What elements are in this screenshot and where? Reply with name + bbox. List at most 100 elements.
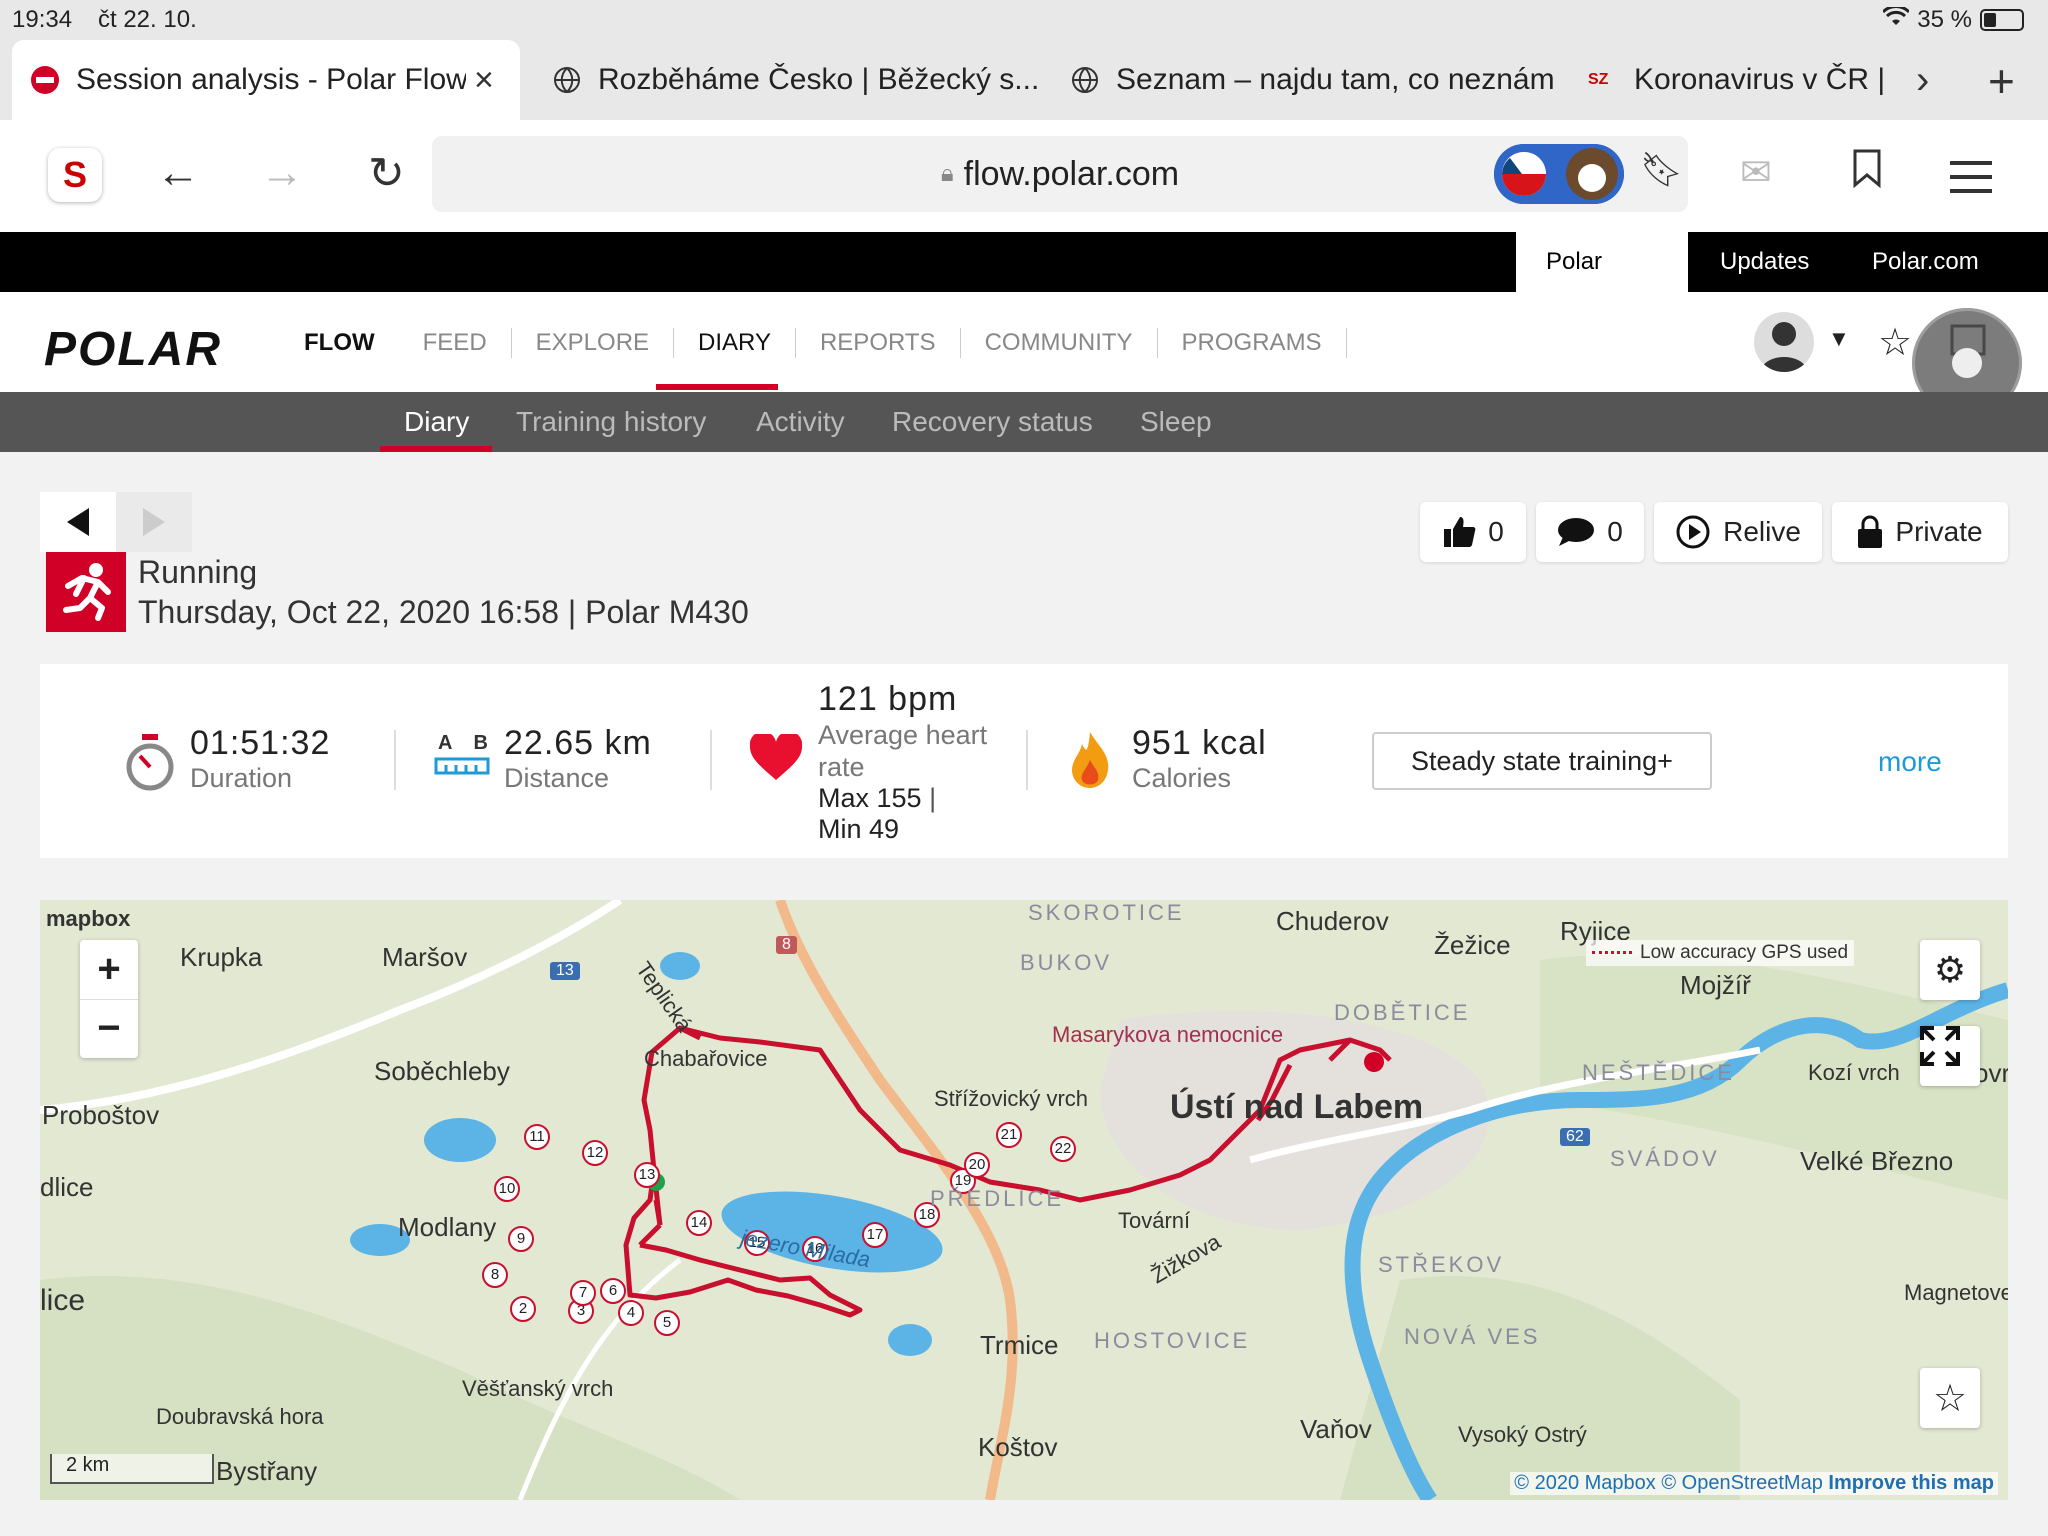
duration-value: 01:51:32 [190, 724, 331, 762]
divider [1026, 730, 1028, 790]
previous-session-button[interactable] [40, 492, 116, 552]
back-arrow-icon[interactable]: ← [156, 148, 200, 198]
map-label: Ústí nad Labem [1170, 1088, 1424, 1126]
km-marker: 21 [996, 1122, 1022, 1148]
stopwatch-icon [124, 734, 176, 797]
zoom-in-button[interactable]: + [97, 941, 120, 999]
nav-active-underline [656, 384, 778, 390]
map-label: Velké Březno [1800, 1146, 1954, 1176]
subnav-activity[interactable]: Activity [756, 392, 845, 452]
mail-icon[interactable]: ✉ [1740, 150, 1772, 195]
comment-button[interactable]: 0 [1536, 502, 1644, 562]
running-sport-icon [46, 552, 126, 632]
distance-label: Distance [504, 763, 610, 793]
bookmark-star-icon[interactable]: 🔖︎ [1640, 150, 1683, 190]
subnav-training-history[interactable]: Training history [516, 392, 706, 452]
training-benefit-button[interactable]: Steady state training+ [1372, 732, 1712, 790]
session-summary: 01:51:32 Duration A B 22.65 km Distance … [40, 664, 2008, 858]
km-marker: 10 [494, 1176, 520, 1202]
top-link-polar-com[interactable]: Polar.com [1842, 232, 2009, 292]
hamburger-menu-icon[interactable] [1950, 154, 1992, 204]
top-link-updates[interactable]: Updates [1690, 232, 1839, 292]
road-shield: 62 [1560, 1128, 1590, 1146]
duration-label: Duration [190, 763, 293, 793]
mapbox-logo[interactable]: mapbox [46, 906, 130, 932]
seznam-logo-icon[interactable]: S [48, 148, 102, 202]
map-label: Soběchleby [374, 1056, 510, 1086]
map-label: Bystřany [216, 1456, 318, 1486]
nav-links: FLOW FEED EXPLORE DIARY REPORTS COMMUNIT… [286, 328, 1347, 358]
tab-rozbehame[interactable]: Rozběháme Česko | Běžecký s... [534, 40, 1044, 120]
duration-stat: 01:51:32 Duration [190, 724, 330, 794]
map-attribution: © 2020 Mapbox © OpenStreetMap Improve th… [1510, 1472, 1998, 1495]
improve-map-link[interactable]: Improve this map [1828, 1472, 1994, 1494]
map-label: Věšťanský vrch [462, 1376, 614, 1401]
heart-rate-stat: 121 bpm Average heart rate Max 155 | Min… [818, 680, 1018, 845]
nav-explore[interactable]: EXPLORE [512, 328, 675, 358]
subnav-sleep[interactable]: Sleep [1140, 392, 1212, 452]
polar-logo[interactable]: POLAR [44, 322, 222, 377]
tab-polar-flow[interactable]: Session analysis - Polar Flow × [12, 40, 520, 120]
favorites-star-icon[interactable]: ☆ [1878, 320, 1912, 365]
nav-diary[interactable]: DIARY [674, 328, 796, 358]
lake [424, 1118, 496, 1162]
comment-bubble-icon [1558, 518, 1595, 546]
calories-stat: 951 kcal Calories [1132, 724, 1267, 794]
map-label: Modlany [398, 1212, 497, 1242]
user-avatar[interactable] [1754, 312, 1814, 372]
subnav-recovery-status[interactable]: Recovery status [892, 392, 1093, 452]
map-label: Střížovický vrch [934, 1086, 1089, 1111]
flame-icon [1068, 730, 1112, 795]
tab-seznam[interactable]: Seznam – najdu tam, co neznám [1052, 40, 1562, 120]
reload-icon[interactable]: ↻ [368, 148, 405, 199]
user-menu-caret-icon[interactable]: ▼ [1828, 326, 1850, 352]
nav-feed[interactable]: FEED [399, 328, 512, 358]
like-count: 0 [1488, 516, 1504, 547]
more-tabs-chevron-icon[interactable]: › [1916, 58, 1929, 103]
main-navigation: POLAR FLOW FEED EXPLORE DIARY REPORTS CO… [0, 292, 2048, 392]
fullscreen-button[interactable] [1920, 1026, 1980, 1086]
czech-flag-toggle[interactable] [1494, 144, 1624, 204]
polar-favicon-icon [31, 66, 59, 94]
hr-average-label: Average heart rate [818, 720, 988, 782]
status-bar: 19:34 čt 22. 10. 35 % [0, 0, 2048, 40]
map-favorite-star-icon[interactable]: ☆ [1920, 1368, 1980, 1428]
relive-button[interactable]: Relive [1654, 502, 1822, 562]
status-right: 35 % [1882, 5, 2024, 34]
close-tab-icon[interactable]: × [474, 61, 494, 100]
like-button[interactable]: 0 [1420, 502, 1526, 562]
top-link-polar-flow[interactable]: Polar Flow [1516, 232, 1688, 335]
map-label: PŘEDLICE [930, 1186, 1065, 1211]
new-tab-plus-icon[interactable]: + [1988, 54, 2015, 108]
lake [660, 952, 700, 980]
attribution-mapbox[interactable]: © 2020 Mapbox [1514, 1472, 1656, 1494]
divider [710, 730, 712, 790]
route-map[interactable]: 2 3 4 5 6 7 8 9 10 11 12 13 14 15 16 17 18 19 20 21 22 mapbo… [40, 900, 2008, 1500]
privacy-button[interactable]: Private [1832, 502, 2008, 562]
triangle-left-icon [67, 508, 89, 536]
map-label: Doubravská hora [156, 1404, 324, 1429]
tab-koronavirus[interactable]: SZ Koronavirus v ČR | [1570, 40, 1890, 120]
map-label: Vaňov [1300, 1414, 1372, 1444]
hr-max-value: Max 155 [818, 783, 922, 813]
fullscreen-icon [1920, 1026, 1960, 1066]
map-label: SKOROTICE [1028, 900, 1185, 925]
nav-community[interactable]: COMMUNITY [961, 328, 1158, 358]
zoom-out-button[interactable]: − [97, 1000, 120, 1058]
next-session-button[interactable] [116, 492, 192, 552]
subnav-diary[interactable]: Diary [404, 392, 469, 452]
map-settings-gear-icon[interactable]: ⚙ [1920, 940, 1980, 1000]
map-label: dlice [40, 1172, 94, 1202]
gps-accuracy-legend: Low accuracy GPS used [1586, 940, 1855, 966]
more-link[interactable]: more [1878, 746, 1942, 778]
map-label: Krupka [180, 942, 263, 972]
bookmarks-icon[interactable] [1852, 148, 1882, 199]
nav-reports[interactable]: REPORTS [796, 328, 961, 358]
forward-arrow-icon[interactable]: → [260, 148, 304, 198]
map-label: NOVÁ VES [1404, 1324, 1541, 1349]
attribution-osm[interactable]: © OpenStreetMap [1661, 1472, 1822, 1494]
comment-count: 0 [1607, 516, 1623, 547]
tab-title: Seznam – najdu tam, co neznám [1116, 63, 1555, 96]
nav-programs[interactable]: PROGRAMS [1158, 328, 1347, 358]
relive-label: Relive [1723, 516, 1801, 547]
